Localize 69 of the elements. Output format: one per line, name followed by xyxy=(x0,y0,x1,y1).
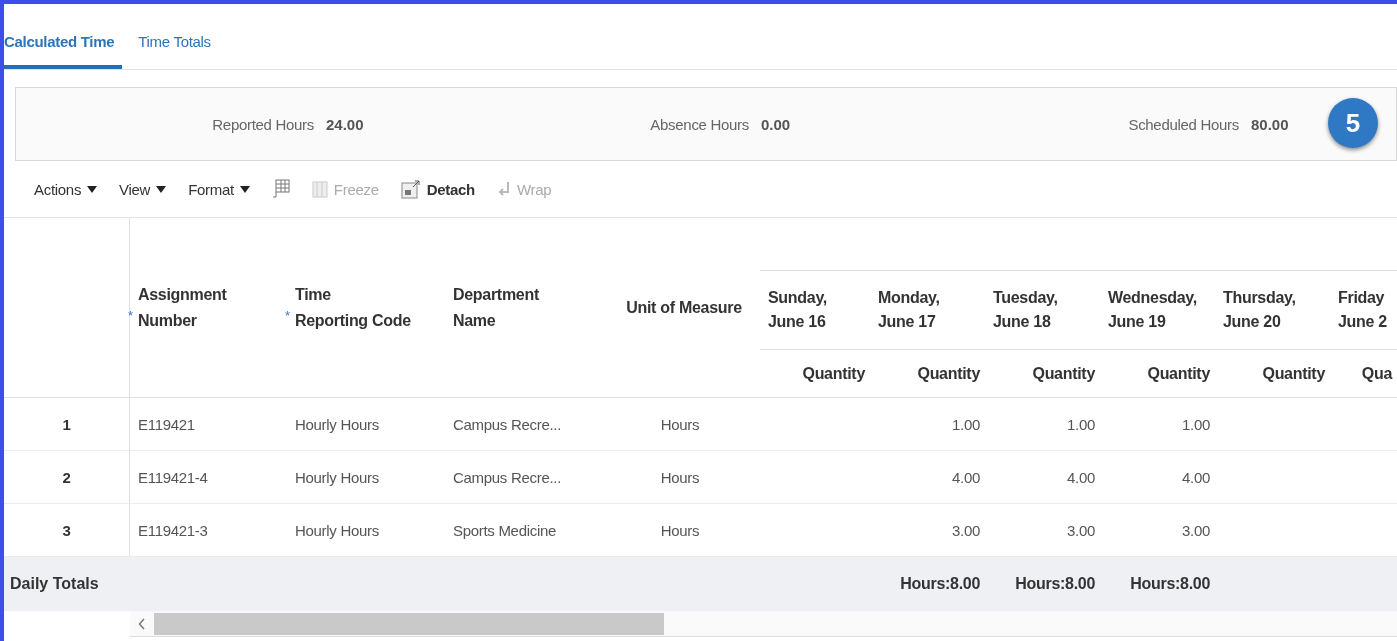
row-number: 2 xyxy=(62,468,71,486)
total-value: Hours:8.00 xyxy=(1015,575,1095,593)
summary-value: 24.00 xyxy=(326,115,365,133)
caret-icon xyxy=(87,185,98,193)
summary-label: Scheduled Hours xyxy=(1128,115,1239,133)
column-header: Quantity xyxy=(1262,364,1325,383)
row-number: 3 xyxy=(62,521,71,539)
day-header: Sunday, June 16 xyxy=(768,288,827,332)
table-cell: 1.00 xyxy=(952,415,980,433)
summary-label: Absence Hours xyxy=(650,115,749,133)
tab[interactable]: Time Totals xyxy=(130,17,219,69)
step-badge: 5 xyxy=(1328,98,1378,148)
day-header: Wednesday, June 19 xyxy=(1108,288,1197,332)
table-cell: Hourly Hours xyxy=(295,521,379,539)
table-cell: Campus Recre... xyxy=(453,468,562,486)
column-header: Quantity xyxy=(917,364,980,383)
totals-label: Daily Totals xyxy=(10,575,99,593)
table-cell: Hours xyxy=(660,415,700,433)
required-marker: * xyxy=(285,306,290,325)
table-cell: Hourly Hours xyxy=(295,415,379,433)
table-cell: 3.00 xyxy=(1182,521,1210,539)
column-header: Quantity xyxy=(1147,364,1210,383)
column-header: Department Name xyxy=(453,284,539,331)
column-header: Unit of Measure xyxy=(626,297,742,318)
toolbar-button[interactable]: Detach xyxy=(396,179,479,199)
menu-button[interactable]: Actions xyxy=(30,180,102,198)
day-header: Friday June 2 xyxy=(1338,288,1387,332)
wrap-icon xyxy=(496,181,511,197)
menu-button[interactable]: View xyxy=(115,180,171,198)
day-header: Thursday, June 20 xyxy=(1223,288,1296,332)
caret-icon xyxy=(239,185,250,193)
summary-label: Reported Hours xyxy=(212,115,314,133)
day-header: Tuesday, June 18 xyxy=(993,288,1058,332)
summary-value: 0.00 xyxy=(761,115,792,133)
detach-icon xyxy=(400,179,421,199)
table-cell: 4.00 xyxy=(952,468,980,486)
table-cell: 1.00 xyxy=(1067,415,1095,433)
column-header: Time Reporting Code xyxy=(295,284,411,331)
column-header: Quantity xyxy=(802,364,865,383)
total-value: Hours:8.00 xyxy=(900,575,980,593)
horizontal-scrollbar[interactable] xyxy=(130,611,1397,637)
required-marker: * xyxy=(128,306,133,325)
column-header: Qua xyxy=(1361,364,1392,383)
summary-value: 80.00 xyxy=(1251,115,1290,133)
table-cell: Campus Recre... xyxy=(453,415,562,433)
table-cell: Hours xyxy=(660,468,700,486)
column-header: Assignment Number xyxy=(138,284,227,331)
total-value: Hours:8.00 xyxy=(1130,575,1210,593)
table-cell: E119421 xyxy=(138,415,195,433)
scroll-left-icon[interactable] xyxy=(138,617,146,630)
table-cell: E119421-4 xyxy=(138,468,208,486)
row-number: 1 xyxy=(62,415,71,433)
table-cell: E119421-3 xyxy=(138,521,208,539)
table-icon xyxy=(271,179,290,199)
table-cell: 4.00 xyxy=(1182,468,1210,486)
table-cell: Hours xyxy=(660,521,700,539)
table-cell: 4.00 xyxy=(1067,468,1095,486)
menu-button[interactable]: Format xyxy=(184,180,254,198)
table-cell: Hourly Hours xyxy=(295,468,379,486)
table-cell: 3.00 xyxy=(1067,521,1095,539)
column-header: Quantity xyxy=(1032,364,1095,383)
table-cell: Sports Medicine xyxy=(453,521,557,539)
columns-icon xyxy=(311,180,328,198)
table-cell: 3.00 xyxy=(952,521,980,539)
day-header: Monday, June 17 xyxy=(878,288,940,332)
tab[interactable]: Calculated Time xyxy=(4,17,123,69)
caret-icon xyxy=(156,185,167,193)
table-cell: 1.00 xyxy=(1182,415,1210,433)
scrollbar-thumb[interactable] xyxy=(154,612,664,635)
